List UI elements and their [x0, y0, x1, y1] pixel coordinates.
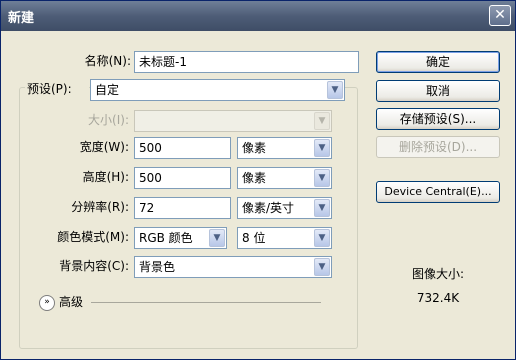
width-label: 宽度(W): — [79, 140, 129, 154]
title-bar[interactable]: 新建 ✕ — [1, 1, 515, 31]
height-label: 高度(H): — [82, 170, 129, 184]
background-value: 背景色 — [139, 260, 176, 274]
save-preset-button[interactable]: 存储预设(S)... — [376, 108, 500, 130]
width-unit-value: 像素 — [242, 141, 267, 155]
width-input[interactable]: 500 — [134, 137, 231, 159]
advanced-label[interactable]: 高级 — [59, 293, 83, 311]
chevron-down-icon: ▼ — [314, 139, 330, 157]
preset-label: 预设(P): — [25, 79, 89, 99]
chevron-down-icon: ▼ — [314, 199, 330, 217]
chevron-down-double-icon[interactable]: » — [39, 295, 55, 311]
advanced-divider — [91, 302, 321, 303]
size-select: ▼ — [134, 110, 332, 132]
chevron-down-icon: ▼ — [314, 258, 330, 276]
chevron-down-icon: ▼ — [314, 112, 330, 130]
ok-button[interactable]: 确定 — [376, 51, 500, 73]
name-label: 名称(N): — [84, 54, 131, 68]
chevron-down-icon: ▼ — [209, 229, 225, 247]
height-unit-select[interactable]: 像素 ▼ — [237, 167, 332, 189]
preset-select[interactable]: 自定 ▼ — [90, 79, 345, 101]
image-size-value: 732.4K — [416, 291, 460, 305]
background-select[interactable]: 背景色 ▼ — [134, 256, 332, 278]
background-label: 背景内容(C): — [59, 259, 129, 273]
bit-depth-value: 8 位 — [242, 231, 266, 245]
delete-preset-button: 删除预设(D)... — [376, 136, 500, 158]
preset-value: 自定 — [95, 83, 120, 97]
height-unit-value: 像素 — [242, 171, 267, 185]
resolution-unit-select[interactable]: 像素/英寸 ▼ — [237, 197, 332, 219]
chevron-down-icon: ▼ — [327, 81, 343, 99]
size-label: 大小(I): — [88, 113, 129, 127]
name-input[interactable]: 未标题-1 — [134, 51, 359, 73]
dialog-body: 名称(N): 未标题-1 预设(P): 自定 ▼ 大小(I): ▼ 宽度(W):… — [1, 31, 515, 359]
height-input[interactable]: 500 — [134, 167, 231, 189]
resolution-input[interactable]: 72 — [134, 197, 231, 219]
chevron-down-icon: ▼ — [314, 169, 330, 187]
color-mode-label: 颜色模式(M): — [57, 230, 129, 244]
close-icon[interactable]: ✕ — [489, 5, 511, 26]
device-central-button[interactable]: Device Central(E)... — [376, 181, 500, 203]
dialog-title: 新建 — [8, 11, 35, 26]
width-unit-select[interactable]: 像素 ▼ — [237, 137, 332, 159]
bit-depth-select[interactable]: 8 位 ▼ — [237, 227, 332, 249]
color-mode-select[interactable]: RGB 颜色 ▼ — [134, 227, 227, 249]
color-mode-value: RGB 颜色 — [139, 231, 193, 245]
image-size-label: 图像大小: — [411, 267, 465, 281]
resolution-unit-value: 像素/英寸 — [242, 201, 295, 215]
resolution-label: 分辨率(R): — [71, 200, 129, 214]
cancel-button[interactable]: 取消 — [376, 80, 500, 102]
chevron-down-icon: ▼ — [314, 229, 330, 247]
new-document-dialog: 新建 ✕ 名称(N): 未标题-1 预设(P): 自定 ▼ 大小(I): ▼ 宽… — [0, 0, 516, 360]
